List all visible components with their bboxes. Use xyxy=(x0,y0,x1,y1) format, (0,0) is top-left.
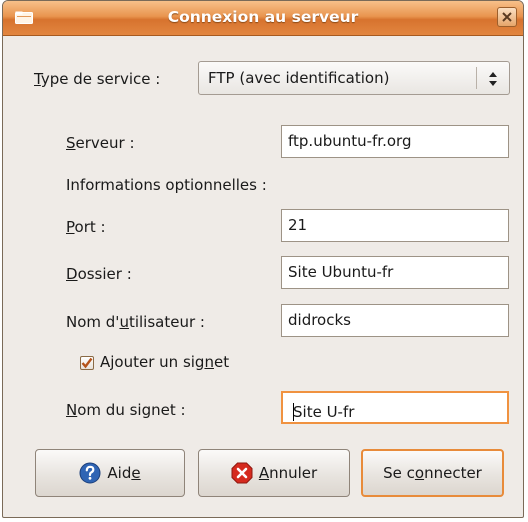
port-value: 21 xyxy=(288,216,308,234)
combo-separator xyxy=(476,67,477,89)
server-value: ftp.ubuntu-fr.org xyxy=(288,132,412,150)
window-title: Connexion au serveur xyxy=(167,8,359,26)
service-type-label: Type de service : xyxy=(34,70,161,88)
folder-value: Site Ubuntu-fr xyxy=(288,263,394,281)
username-field[interactable]: didrocks xyxy=(281,304,509,337)
optional-info-heading: Informations optionnelles : xyxy=(66,176,267,194)
add-bookmark-label[interactable]: Ajouter un signet xyxy=(100,353,229,371)
help-button[interactable]: Aide xyxy=(35,449,185,497)
help-icon xyxy=(79,462,101,484)
text-caret xyxy=(293,403,294,421)
connect-button[interactable]: Se connecter xyxy=(361,449,504,497)
close-button[interactable] xyxy=(497,7,517,27)
add-bookmark-checkbox[interactable] xyxy=(80,356,94,370)
service-type-select[interactable]: FTP (avec identification) xyxy=(198,61,510,95)
username-value: didrocks xyxy=(288,311,351,329)
cancel-icon xyxy=(231,462,253,484)
bookmark-name-label: Nom du signet : xyxy=(66,401,186,419)
checkmark-icon xyxy=(81,357,93,369)
server-label: Serveur : xyxy=(66,134,135,152)
cancel-button[interactable]: Annuler xyxy=(198,449,350,497)
connect-to-server-dialog: Connexion au serveur Type de service : F… xyxy=(2,0,524,518)
close-icon xyxy=(502,12,512,22)
port-label: Port : xyxy=(66,218,106,236)
service-type-value: FTP (avec identification) xyxy=(208,69,390,87)
folder-label: Dossier : xyxy=(66,265,132,283)
help-button-label: Aide xyxy=(107,464,141,482)
folder-field[interactable]: Site Ubuntu-fr xyxy=(281,256,509,289)
title-bar[interactable]: Connexion au serveur xyxy=(3,1,523,36)
connect-button-label: Se connecter xyxy=(383,464,482,482)
username-label: Nom d'utilisateur : xyxy=(66,313,205,331)
port-field[interactable]: 21 xyxy=(281,209,509,242)
bookmark-name-field[interactable]: Site U-fr xyxy=(281,391,509,424)
server-field[interactable]: ftp.ubuntu-fr.org xyxy=(281,125,509,158)
up-down-arrows-icon xyxy=(489,72,497,86)
cancel-button-label: Annuler xyxy=(258,464,318,482)
